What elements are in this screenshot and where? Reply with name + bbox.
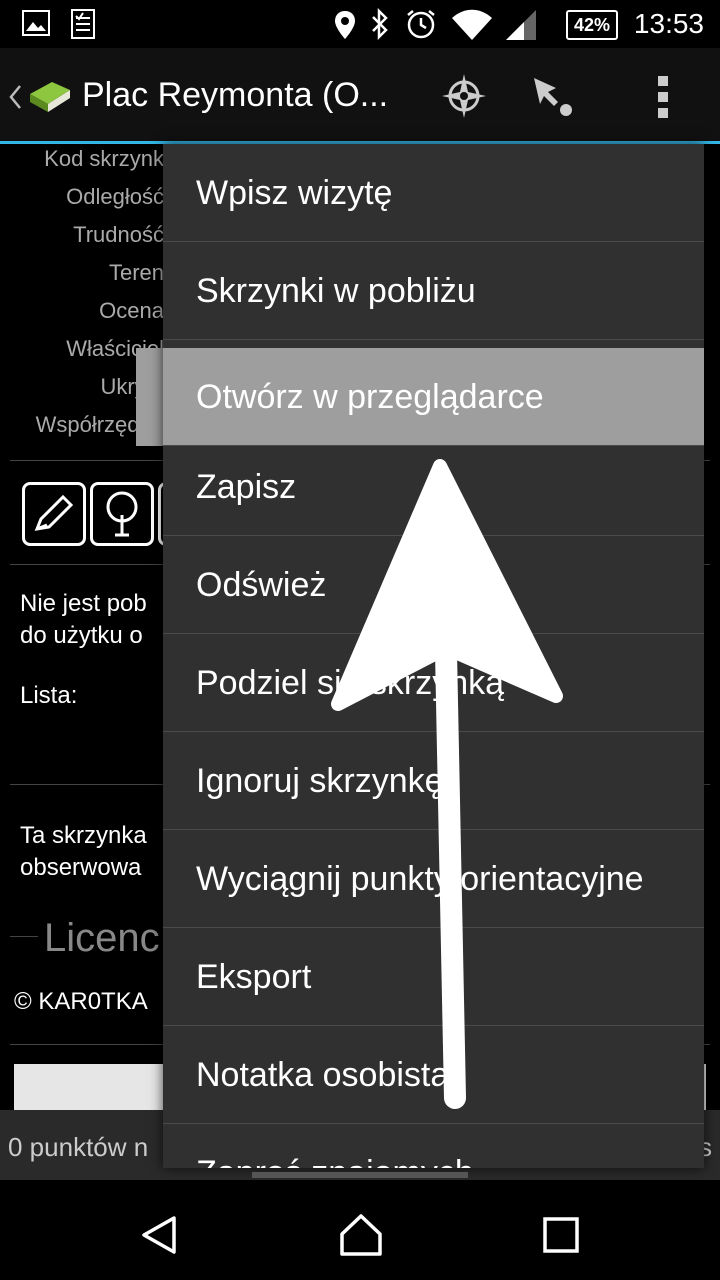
waypoints-count: 0 punktów n — [8, 1132, 149, 1162]
licence-heading: Licenc — [44, 916, 160, 960]
menu-item-label: Eksport — [196, 958, 312, 996]
menu-item-extract-waypoints[interactable]: Wyciągnij punkty orientacyjne — [163, 830, 704, 928]
battery-indicator: 42% — [566, 10, 618, 40]
signal-icon — [506, 10, 536, 40]
menu-item-share[interactable]: Podziel się skrzynką — [163, 634, 704, 732]
home-icon[interactable] — [338, 1212, 384, 1258]
detail-label-distance: Odległość — [66, 184, 164, 209]
menu-item-label: Zapisz — [196, 468, 297, 506]
location-icon — [335, 11, 355, 39]
recents-icon[interactable] — [542, 1216, 580, 1254]
menu-item-personal-note[interactable]: Notatka osobista — [163, 1026, 704, 1124]
tree-button[interactable] — [90, 482, 154, 546]
menu-item-open-in-browser[interactable]: Otwórz w przeglądarce — [163, 348, 704, 446]
menu-item-label: Podziel się skrzynką — [196, 664, 505, 702]
info-text-line-1: Nie jest pob — [20, 590, 147, 617]
info-text-line-2: do użytku o — [20, 622, 143, 649]
watch-text-line-2: obserwowa — [20, 854, 142, 881]
menu-item-label: Wpisz wizytę — [196, 174, 393, 212]
menu-item-export[interactable]: Eksport — [163, 928, 704, 1026]
overflow-menu: Wpisz wizytę Skrzynki w pobliżu Otwórz w… — [163, 144, 704, 1168]
gallery-notification-icon — [22, 10, 50, 36]
menu-highlight-shadow — [136, 348, 163, 446]
menu-item-ignore[interactable]: Ignoruj skrzynkę — [163, 732, 704, 830]
menu-item-nearby-caches[interactable]: Skrzynki w pobliżu — [163, 242, 704, 340]
menu-scroll-indicator — [252, 1172, 468, 1178]
clipboard-notification-icon — [71, 9, 95, 39]
back-icon[interactable] — [138, 1214, 180, 1256]
compass-icon[interactable] — [440, 72, 488, 120]
page-title: Plac Reymonta (O... — [82, 76, 389, 114]
edit-button[interactable] — [22, 482, 86, 546]
menu-item-save[interactable]: Zapisz — [163, 438, 704, 536]
tree-icon — [106, 491, 138, 537]
alarm-icon — [407, 10, 435, 39]
licence-divider — [10, 936, 38, 937]
overflow-menu-icon[interactable] — [654, 74, 672, 120]
menu-item-refresh[interactable]: Odśwież — [163, 536, 704, 634]
pencil-icon — [34, 494, 74, 531]
cache-type-icon[interactable] — [28, 76, 72, 116]
menu-item-invite-friends[interactable]: Zaproś znajomych — [163, 1124, 704, 1168]
detail-label-code: Kod skrzynk — [44, 146, 164, 171]
menu-item-label: Wyciągnij punkty orientacyjne — [196, 860, 644, 898]
navigate-icon[interactable] — [530, 74, 574, 118]
menu-item-label: Skrzynki w pobliżu — [196, 272, 476, 310]
menu-item-label: Odśwież — [196, 566, 327, 604]
copyright-text: © KAR0TKA — [14, 988, 148, 1015]
clock: 13:53 — [633, 8, 704, 39]
menu-item-label: Zaproś znajomych — [196, 1154, 474, 1168]
menu-item-log-visit[interactable]: Wpisz wizytę — [163, 144, 704, 242]
menu-item-label: Ignoruj skrzynkę — [196, 762, 444, 800]
action-bar: Plac Reymonta (O... — [0, 48, 720, 142]
detail-label-terrain: Teren — [108, 260, 164, 285]
back-chevron-icon[interactable] — [8, 84, 22, 110]
watch-text-line-1: Ta skrzynka — [20, 822, 147, 849]
detail-label-rating: Ocena — [99, 298, 164, 323]
list-label: Lista: — [20, 682, 78, 709]
wifi-icon — [452, 9, 492, 40]
menu-item-label: Notatka osobista — [196, 1056, 450, 1094]
navigation-bar — [0, 1186, 720, 1280]
bluetooth-icon — [372, 8, 388, 40]
menu-item-label: Otwórz w przeglądarce — [196, 378, 544, 416]
detail-label-difficulty: Trudność — [73, 222, 164, 247]
status-bar: 42% 13:53 — [0, 0, 720, 48]
